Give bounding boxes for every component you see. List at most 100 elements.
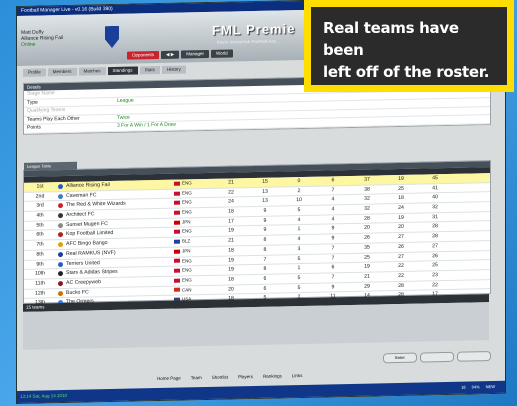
stat-cell: 22 (432, 281, 438, 288)
flag-icon (174, 249, 180, 254)
nation-cell: ENG (174, 208, 214, 218)
stat-cell: 26 (398, 243, 404, 250)
stat-cell: 27 (432, 242, 438, 250)
tab-bar: Profile Members Matches Standings Stats … (23, 65, 186, 77)
stat-cell: 25 (398, 185, 404, 192)
stat-cell: 18 (398, 195, 404, 202)
club-badge-icon (58, 251, 63, 257)
stat-cell: 41 (432, 184, 438, 191)
stat-cell: 35 (364, 244, 370, 251)
nation-code: ENG (182, 190, 192, 196)
stat-cell: 18 (228, 247, 234, 254)
stat-cell: 18 (228, 208, 234, 215)
stat-cell: 15 (262, 178, 268, 185)
stat-cell: 9 (263, 207, 267, 214)
stat-cell: 6 (263, 275, 267, 282)
bottom-nav-players[interactable]: Players (238, 374, 253, 379)
nation-cell: ENG (174, 276, 214, 286)
tray-item-1: 16 (461, 384, 466, 390)
tab-standings[interactable]: Standings (107, 66, 138, 76)
badge-cell (56, 269, 66, 278)
flag-icon (174, 191, 180, 196)
nation-cell: CAN (174, 285, 214, 295)
stat-cell: 13 (262, 188, 268, 195)
stat-cell: 4 (297, 216, 301, 223)
stat-cell: 20 (364, 225, 370, 232)
club-badge-icon (58, 193, 63, 199)
club-badge-icon (58, 222, 63, 228)
bottom-nav-home[interactable]: Home Page (157, 376, 181, 381)
tab-profile[interactable]: Profile (23, 68, 46, 77)
stat-cell: 45 (432, 175, 438, 182)
stat-cell: 22 (398, 263, 404, 270)
badge-cell (56, 289, 66, 298)
position-cell: 6th (36, 231, 44, 239)
stat-cell: 21 (364, 273, 370, 280)
flag-icon (174, 210, 180, 215)
stat-cell: 9 (331, 283, 335, 290)
stat-cell: 27 (398, 233, 404, 241)
stat-cell: 20 (228, 285, 234, 293)
badge-cell (56, 201, 66, 210)
stat-cell: 20 (398, 224, 404, 231)
stat-cell: 21 (228, 237, 234, 244)
position-cell: 11th (35, 280, 45, 287)
bottom-nav-team[interactable]: Team (191, 375, 202, 380)
badge-cell (56, 230, 66, 239)
stat-cell: 25 (364, 254, 370, 261)
league-table-button[interactable]: League Table (24, 161, 77, 171)
position-cell: 10th (34, 270, 46, 277)
nation-code: ENG (182, 209, 192, 215)
club-badge-icon (58, 280, 63, 286)
nation-cell: ENG (174, 266, 214, 276)
badge-cell (56, 182, 66, 191)
nav-manager[interactable]: Manager (181, 49, 209, 59)
stat-cell: 32 (364, 205, 370, 212)
stat-cell: 23 (432, 272, 438, 279)
tab-matches[interactable]: Matches (78, 67, 106, 76)
tray-item-3: NEW (485, 383, 495, 390)
nav-world[interactable]: World (210, 49, 233, 58)
stat-cell: 19 (398, 175, 404, 182)
stat-cell: 18 (228, 276, 234, 283)
nation-code: JPN (182, 248, 191, 254)
flag-icon (174, 229, 180, 234)
flag-icon (174, 258, 180, 264)
stat-cell: 8 (263, 246, 267, 253)
bottom-nav-rankings[interactable]: Rankings (263, 373, 282, 378)
stat-cell: 19 (398, 214, 404, 221)
nation-code: ENG (182, 267, 192, 273)
club-badge-icon (58, 271, 63, 277)
position-cell: 12th (34, 289, 46, 297)
stat-cell: 24 (228, 198, 234, 205)
stat-cell: 19 (228, 256, 234, 264)
stat-cell: 10 (296, 197, 302, 204)
club-crest-icon (105, 26, 119, 48)
status-datetime: 13:14 Sat, Aug 14 2010 (20, 392, 68, 399)
stat-cell: 6 (331, 264, 335, 271)
tab-stats[interactable]: Stats (139, 65, 160, 75)
position-cell: 3rd (36, 202, 44, 209)
tab-members[interactable]: Members (47, 67, 77, 77)
nation-code: ENG (182, 257, 192, 264)
stat-cell: 1 (297, 265, 301, 272)
stat-cell: 38 (364, 186, 370, 193)
club-badge-icon (58, 290, 63, 296)
action-button-3[interactable] (457, 351, 491, 362)
bottom-nav-links[interactable]: Links (292, 373, 303, 378)
stat-cell: 22 (398, 272, 404, 279)
nation-cell: JPN (174, 247, 214, 257)
stat-cell: 6 (263, 285, 267, 292)
action-buttons: Enter (383, 351, 491, 364)
action-button-2[interactable] (420, 351, 454, 363)
nav-back-forward[interactable]: ◀ ▶ (161, 50, 180, 59)
club-badge-icon (58, 203, 63, 209)
enter-button[interactable]: Enter (383, 352, 417, 364)
badge-cell (56, 221, 66, 230)
nav-opponents[interactable]: Opponents (127, 51, 160, 60)
flag-icon (174, 287, 180, 293)
tab-history[interactable]: History (161, 65, 186, 74)
bottom-nav-shortlist[interactable]: Shortlist (212, 375, 228, 380)
league-table: League Table 1st Alliance Rising Fail ENG 2… (23, 160, 491, 329)
detail-value: League (117, 97, 134, 104)
